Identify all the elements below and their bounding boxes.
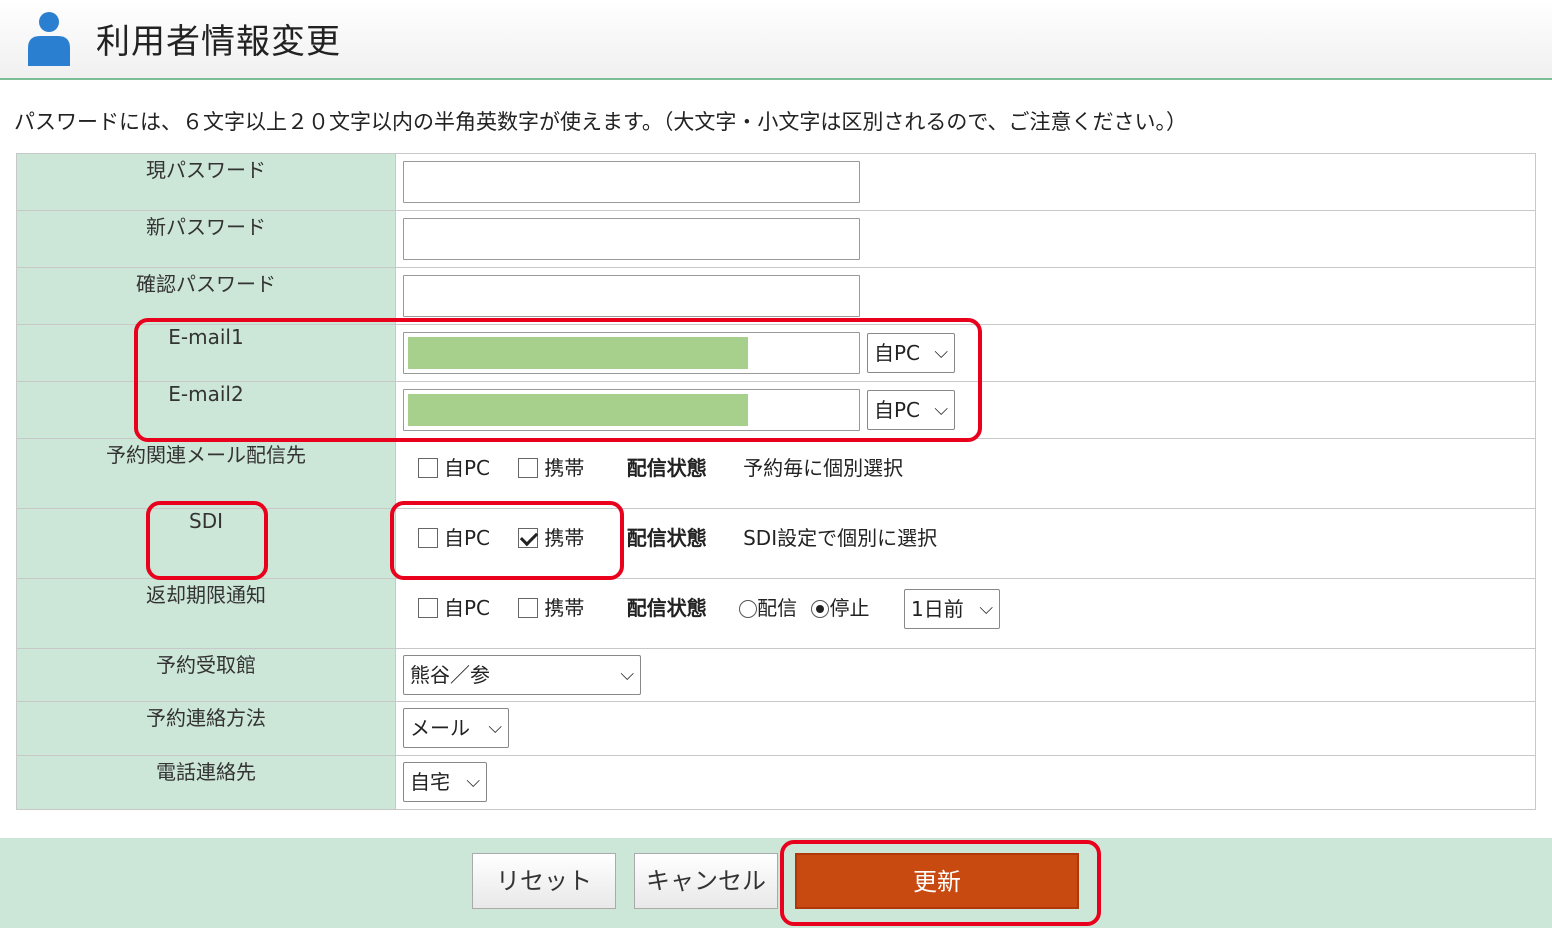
row-sdi: SDI 自PC 携帯 配信状態 SDI設定で個別に選択 <box>16 508 1536 579</box>
chevron-down-icon: ⌵ <box>466 771 480 792</box>
chevron-down-icon: ⌵ <box>934 342 948 363</box>
pickup-library-label: 予約受取館 <box>16 648 396 702</box>
phone-contact-select[interactable]: 自宅 ⌵ <box>403 762 487 802</box>
reservation-mobile-checkbox[interactable] <box>518 458 539 478</box>
email2-label: E-mail2 <box>16 381 396 439</box>
return-timing-select[interactable]: 1日前 ⌵ <box>904 589 1000 629</box>
current-password-input[interactable] <box>403 161 860 203</box>
email1-input[interactable] <box>403 332 860 374</box>
return-notice-label: 返却期限通知 <box>16 578 396 649</box>
radio-stop[interactable] <box>811 600 830 618</box>
row-confirm-password: 確認パスワード <box>16 267 1536 325</box>
row-new-password: 新パスワード <box>16 210 1536 268</box>
radio-deliver[interactable] <box>739 600 758 618</box>
contact-method-select[interactable]: メール ⌵ <box>403 708 509 748</box>
sdi-pc-checkbox[interactable] <box>418 528 438 548</box>
row-email2: E-mail2 自PC ⌵ <box>16 381 1536 439</box>
pickup-library-select[interactable]: 熊谷／参 ⌵ <box>403 655 641 695</box>
confirm-password-input[interactable] <box>403 275 860 317</box>
row-pickup-library: 予約受取館 熊谷／参 ⌵ <box>16 648 1536 702</box>
row-contact-method: 予約連絡方法 メール ⌵ <box>16 701 1536 756</box>
row-email1: E-mail1 自PC ⌵ <box>16 324 1536 382</box>
row-phone-contact: 電話連絡先 自宅 ⌵ <box>16 755 1536 810</box>
new-password-input[interactable] <box>403 218 860 260</box>
update-button[interactable]: 更新 <box>795 853 1079 909</box>
email1-label: E-mail1 <box>16 324 396 382</box>
sdi-label: SDI <box>16 508 396 579</box>
current-password-label: 現パスワード <box>16 153 396 211</box>
chevron-down-icon: ⌵ <box>620 664 634 685</box>
chevron-down-icon: ⌵ <box>979 598 993 619</box>
contact-method-label: 予約連絡方法 <box>16 701 396 756</box>
reset-button[interactable]: リセット <box>472 853 616 909</box>
row-return-notice: 返却期限通知 自PC 携帯 配信状態 配信 停止 1日前 ⌵ <box>16 578 1536 649</box>
cancel-button[interactable]: キャンセル <box>634 853 778 909</box>
password-notice: パスワードには、６文字以上２０文字以内の半角英数字が使えます。（大文字・小文字は… <box>14 110 1188 134</box>
confirm-password-label: 確認パスワード <box>16 267 396 325</box>
status-label: 配信状態 <box>626 456 707 480</box>
status-text: 予約毎に個別選択 <box>743 456 904 480</box>
user-icon <box>28 12 70 66</box>
email2-input[interactable] <box>403 389 860 431</box>
chevron-down-icon: ⌵ <box>934 399 948 420</box>
page-title: 利用者情報変更 <box>96 22 341 62</box>
status-label: 配信状態 <box>626 596 707 620</box>
new-password-label: 新パスワード <box>16 210 396 268</box>
email2-type-select[interactable]: 自PC ⌵ <box>867 390 955 430</box>
sdi-mobile-checkbox[interactable] <box>518 528 539 548</box>
user-info-form: 現パスワード 新パスワード 確認パスワード E-mail1 自PC ⌵ E-mai… <box>16 153 1536 810</box>
phone-contact-label: 電話連絡先 <box>16 755 396 810</box>
redacted-mask <box>408 394 748 426</box>
page-header: 利用者情報変更 <box>0 0 1552 80</box>
row-reservation-mail: 予約関連メール配信先 自PC 携帯 配信状態 予約毎に個別選択 <box>16 438 1536 509</box>
return-mobile-checkbox[interactable] <box>518 598 539 618</box>
email1-type-select[interactable]: 自PC ⌵ <box>867 333 955 373</box>
status-label: 配信状態 <box>626 526 707 550</box>
redacted-mask <box>408 337 748 369</box>
reservation-mail-label: 予約関連メール配信先 <box>16 438 396 509</box>
button-bar: リセット キャンセル 更新 <box>0 838 1552 928</box>
row-current-password: 現パスワード <box>16 153 1536 211</box>
return-pc-checkbox[interactable] <box>418 598 438 618</box>
chevron-down-icon: ⌵ <box>488 717 502 738</box>
status-text: SDI設定で個別に選択 <box>743 526 938 550</box>
reservation-pc-checkbox[interactable] <box>418 458 438 478</box>
